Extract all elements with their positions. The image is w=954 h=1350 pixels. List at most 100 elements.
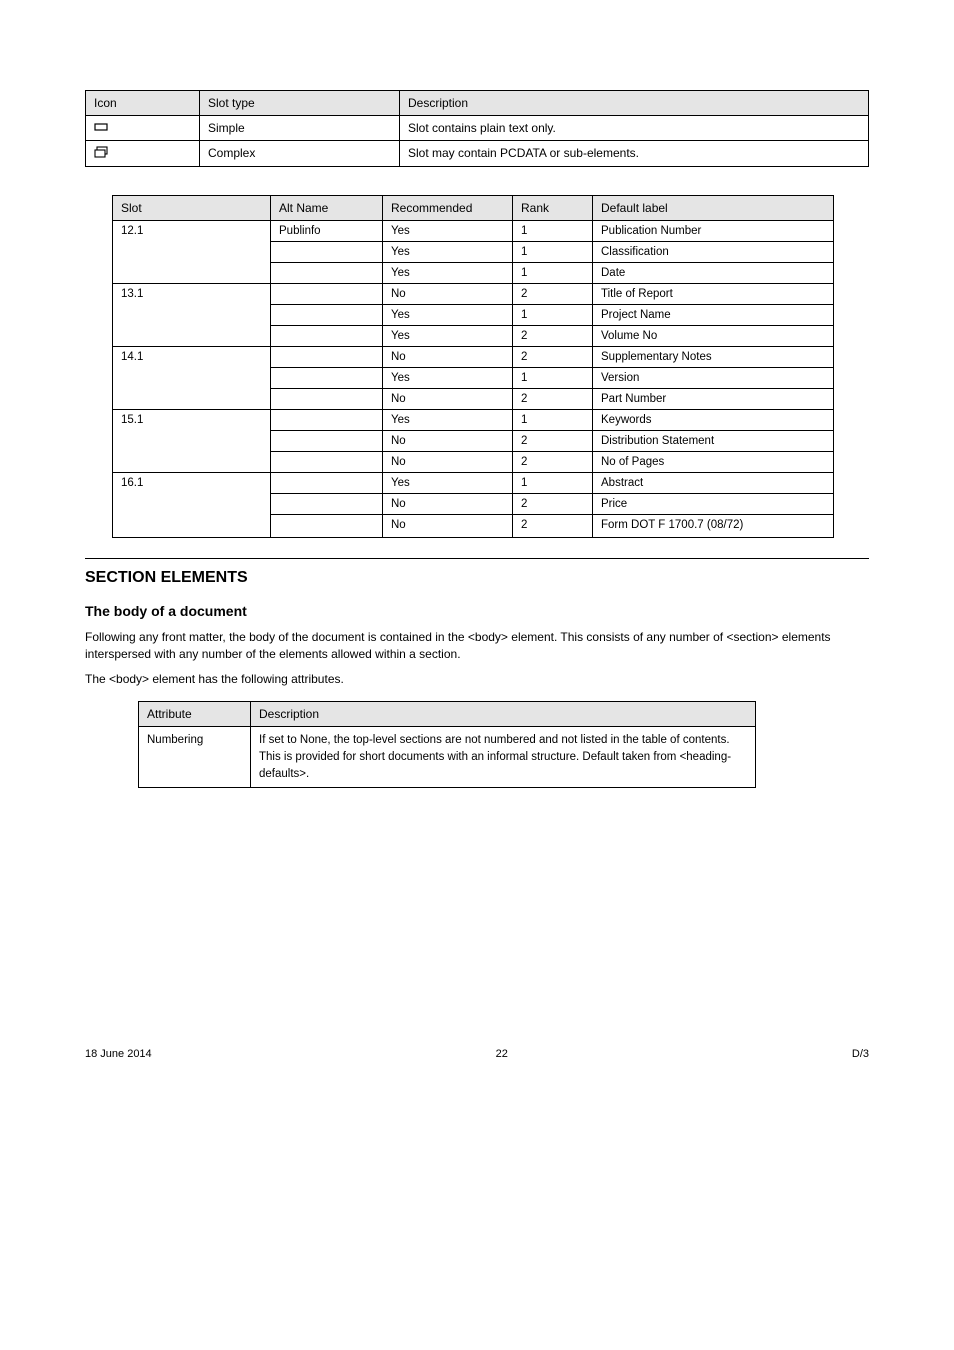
cell-label: Distribution Statement (593, 431, 834, 452)
header-label: Default label (593, 196, 834, 221)
cell-recommend: No (383, 347, 513, 368)
cell-alt: Publinfo (271, 221, 383, 242)
cell-rank: 1 (513, 305, 593, 326)
cell-alt (271, 347, 383, 368)
cell-label: No of Pages (593, 452, 834, 473)
header-altname: Alt Name (271, 196, 383, 221)
document-page: Icon Slot type Description Simple Slot c… (0, 0, 954, 1120)
simple-slot-icon (94, 121, 108, 135)
cell-rank: 2 (513, 284, 593, 305)
cell-alt (271, 494, 383, 515)
cell-rank: 2 (513, 494, 593, 515)
cell-label: Supplementary Notes (593, 347, 834, 368)
cell-rank: 1 (513, 368, 593, 389)
cell-recommend: No (383, 389, 513, 410)
section-title: SECTION ELEMENTS (85, 569, 869, 587)
table-header-row: Icon Slot type Description (86, 91, 869, 116)
page-footer: 18 June 2014 D/3 22 (85, 1048, 869, 1060)
cell-alt (271, 410, 383, 431)
cell-rank: 1 (513, 473, 593, 494)
table-row: 14.1 No 2 Supplementary Notes (113, 347, 834, 368)
cell-rank: 2 (513, 452, 593, 473)
cell-slot: 16.1 (113, 473, 271, 538)
cell-recommend: Yes (383, 368, 513, 389)
cell-rank: 2 (513, 326, 593, 347)
cell-recommend: Yes (383, 410, 513, 431)
header-icon: Icon (86, 91, 200, 116)
table-row: 13.1 No 2 Title of Report (113, 284, 834, 305)
cell-slot: 12.1 (113, 221, 271, 284)
cell-alt (271, 452, 383, 473)
footer-date: 18 June 2014 (85, 1048, 152, 1060)
table-header-row: Slot Alt Name Recommended Rank Default l… (113, 196, 834, 221)
table-row: Numbering If set to None, the top-level … (139, 727, 756, 788)
cell-rank: 2 (513, 347, 593, 368)
cell-recommend: Yes (383, 326, 513, 347)
cell-label: Form DOT F 1700.7 (08/72) (593, 515, 834, 538)
cell-rank: 2 (513, 515, 593, 538)
cell-slot: 15.1 (113, 410, 271, 473)
attribute-table: Attribute Description Numbering If set t… (138, 701, 756, 788)
table-row: 16.1 Yes 1 Abstract (113, 473, 834, 494)
footer-page-number: 22 (85, 1048, 869, 1060)
cell-description: Slot contains plain text only. (400, 116, 869, 141)
cell-slot: 14.1 (113, 347, 271, 410)
cell-alt (271, 368, 383, 389)
cell-rank: 2 (513, 431, 593, 452)
cell-recommend: Yes (383, 473, 513, 494)
cell-label: Version (593, 368, 834, 389)
cell-slot-type: Complex (200, 141, 400, 167)
header-description: Description (251, 702, 756, 727)
cell-label: Publication Number (593, 221, 834, 242)
table-row: Complex Slot may contain PCDATA or sub-e… (86, 141, 869, 167)
complex-slot-icon (94, 146, 108, 161)
cell-alt (271, 389, 383, 410)
section-rule (85, 558, 869, 559)
table-row: 15.1 Yes 1 Keywords (113, 410, 834, 431)
cell-alt (271, 284, 383, 305)
cell-rank: 1 (513, 221, 593, 242)
cell-rank: 1 (513, 263, 593, 284)
cell-alt (271, 515, 383, 538)
table-row: Simple Slot contains plain text only. (86, 116, 869, 141)
cell-recommend: No (383, 431, 513, 452)
table-row: 12.1 Publinfo Yes 1 Publication Number (113, 221, 834, 242)
note-paragraph: The <body> element has the following att… (85, 671, 869, 688)
cell-recommend: No (383, 494, 513, 515)
header-attribute: Attribute (139, 702, 251, 727)
header-description: Description (400, 91, 869, 116)
cell-rank: 2 (513, 389, 593, 410)
cell-label: Classification (593, 242, 834, 263)
cell-label: Date (593, 263, 834, 284)
cell-recommend: No (383, 515, 513, 538)
cell-rank: 1 (513, 410, 593, 431)
header-rank: Rank (513, 196, 593, 221)
cell-recommend: No (383, 452, 513, 473)
cell-alt (271, 305, 383, 326)
cell-alt (271, 326, 383, 347)
cell-alt (271, 473, 383, 494)
cell-description: Slot may contain PCDATA or sub-elements. (400, 141, 869, 167)
header-slot: Slot (113, 196, 271, 221)
cell-label: Abstract (593, 473, 834, 494)
cell-recommend: Yes (383, 242, 513, 263)
cell-label: Project Name (593, 305, 834, 326)
section-subtitle: The body of a document (85, 603, 869, 619)
table-header-row: Attribute Description (139, 702, 756, 727)
cell-alt (271, 263, 383, 284)
cell-label: Title of Report (593, 284, 834, 305)
header-recommend: Recommended (383, 196, 513, 221)
cell-alt (271, 242, 383, 263)
cell-label: Volume No (593, 326, 834, 347)
cell-label: Price (593, 494, 834, 515)
cell-label: Part Number (593, 389, 834, 410)
cell-recommend: Yes (383, 221, 513, 242)
cell-alt (271, 431, 383, 452)
cell-recommend: Yes (383, 263, 513, 284)
cell-label: Keywords (593, 410, 834, 431)
cell-slot-type: Simple (200, 116, 400, 141)
cell-recommend: No (383, 284, 513, 305)
header-slot-type: Slot type (200, 91, 400, 116)
body-paragraph: Following any front matter, the body of … (85, 629, 869, 663)
slot-config-table: Slot Alt Name Recommended Rank Default l… (112, 195, 834, 538)
